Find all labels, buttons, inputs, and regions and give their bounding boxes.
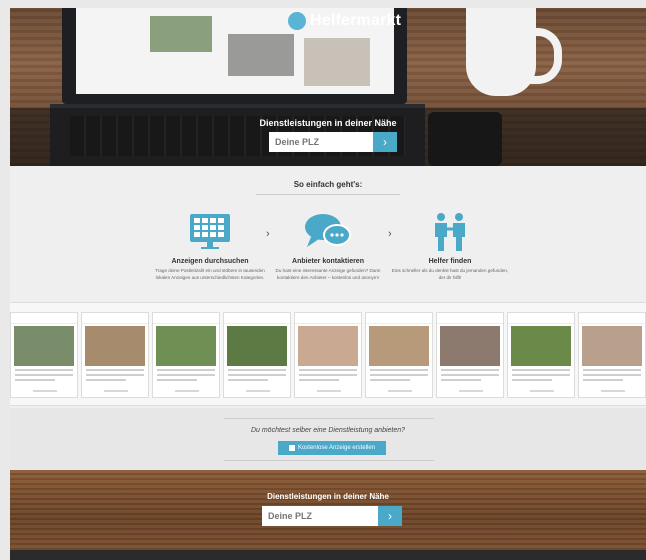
listing-card[interactable]	[81, 312, 149, 398]
page-frame: Helfermarkt Dienstleistungen in deiner N…	[10, 8, 646, 560]
listing-card[interactable]	[365, 312, 433, 398]
hero-search-title: Dienstleistungen in deiner Nähe	[259, 118, 397, 128]
step-find-helper-title: Helfer finden	[428, 258, 472, 265]
card-header	[295, 313, 361, 324]
card-header	[437, 313, 503, 324]
listing-card[interactable]	[507, 312, 575, 398]
card-more-link[interactable]	[459, 390, 483, 392]
card-more-link[interactable]	[388, 390, 412, 392]
listing-card[interactable]	[223, 312, 291, 398]
divider	[224, 418, 434, 419]
card-more-link[interactable]	[175, 390, 199, 392]
listing-card[interactable]	[294, 312, 362, 398]
chevron-right-icon: ›	[383, 135, 387, 149]
card-header	[11, 313, 77, 324]
logo-icon	[288, 12, 306, 30]
card-more-link[interactable]	[601, 390, 625, 392]
step-find-helper-desc: Eins schneller als du denkst hast du jem…	[391, 268, 509, 280]
card-image	[582, 326, 642, 366]
card-header	[508, 313, 574, 324]
listing-card[interactable]	[152, 312, 220, 398]
step-search: Anzeigen durchsuchen Trage deine Postlei…	[150, 210, 270, 281]
card-header	[579, 313, 645, 324]
card-more-link[interactable]	[317, 390, 341, 392]
monitor-grid-icon	[150, 210, 270, 254]
bottom-search-form: ›	[262, 506, 402, 526]
card-header	[82, 313, 148, 324]
step-search-title: Anzeigen durchsuchen	[171, 258, 249, 265]
step-find-helper: Helfer finden Eins schneller als du denk…	[390, 210, 510, 281]
logo-text: Helfermarkt	[310, 12, 402, 29]
step-contact-desc: Du hast eine interessante Anzeige gefund…	[275, 268, 381, 280]
listing-card[interactable]	[578, 312, 646, 398]
step-contact: Anbieter kontaktieren Du hast eine inter…	[268, 210, 388, 281]
hero-section: Helfermarkt Dienstleistungen in deiner N…	[10, 8, 646, 166]
chevron-right-icon: ›	[388, 509, 392, 523]
site-logo[interactable]: Helfermarkt	[288, 12, 401, 30]
card-image	[369, 326, 429, 366]
bottom-plz-input[interactable]	[262, 506, 378, 526]
card-header	[366, 313, 432, 324]
hero-search-form: ›	[269, 132, 397, 152]
offer-question: Du möchtest selber eine Dienstleistung a…	[250, 427, 406, 434]
listing-carousel[interactable]	[10, 302, 646, 406]
card-image	[156, 326, 216, 366]
footer-bar	[10, 550, 646, 560]
card-more-link[interactable]	[33, 390, 57, 392]
card-image	[85, 326, 145, 366]
divider	[256, 194, 400, 195]
edit-icon	[288, 445, 295, 451]
how-it-works-title: So einfach geht's:	[293, 180, 363, 189]
divider	[224, 460, 434, 461]
coffee-mug-image	[466, 8, 536, 96]
create-ad-button[interactable]: Kostenlose Anzeige erstellen	[278, 441, 386, 455]
chat-bubbles-icon	[268, 210, 388, 254]
create-ad-button-label: Kostenlose Anzeige erstellen	[297, 445, 376, 451]
card-header	[153, 313, 219, 324]
hero-search-button[interactable]: ›	[373, 132, 397, 152]
listing-card[interactable]	[10, 312, 78, 398]
bottom-search-title: Dienstleistungen in deiner Nähe	[267, 492, 389, 501]
card-more-link[interactable]	[246, 390, 270, 392]
card-image	[440, 326, 500, 366]
step-search-desc: Trage deine Postleitzahl ein und stöbere…	[155, 268, 265, 280]
card-more-link[interactable]	[530, 390, 554, 392]
card-header	[224, 313, 290, 324]
bottom-search-button[interactable]: ›	[378, 506, 402, 526]
card-image	[511, 326, 571, 366]
step-contact-title: Anbieter kontaktieren	[292, 258, 364, 265]
card-image	[227, 326, 287, 366]
card-more-link[interactable]	[104, 390, 128, 392]
listing-card[interactable]	[436, 312, 504, 398]
two-people-icon	[390, 210, 510, 254]
hero-plz-input[interactable]	[269, 132, 373, 152]
card-image	[298, 326, 358, 366]
card-image	[14, 326, 74, 366]
